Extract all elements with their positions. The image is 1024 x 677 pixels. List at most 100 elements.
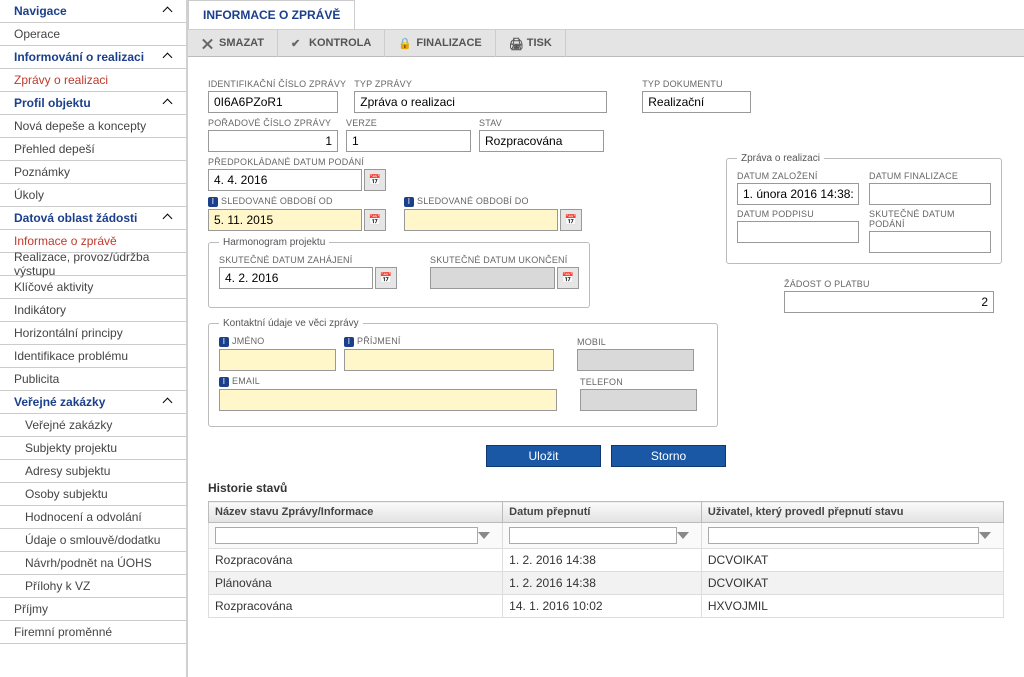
nav-prilohy[interactable]: Přílohy k VZ (0, 575, 186, 598)
tabbar: INFORMACE O ZPRÁVĚ (188, 0, 1024, 30)
filter-icon[interactable] (979, 527, 993, 544)
label: ŽÁDOST O PLATBU (784, 279, 1002, 289)
field-sled-od: SLEDOVANÉ OBDOBÍ OD (208, 196, 386, 231)
ulozit-button[interactable]: Uložit (486, 445, 601, 467)
verze-input[interactable] (346, 130, 471, 152)
label: PŘÍJMENÍ (344, 336, 554, 347)
sled-do-input[interactable] (404, 209, 558, 231)
calendar-icon[interactable] (557, 267, 579, 289)
datum-zalozeni-input[interactable] (737, 183, 859, 205)
label: EMAIL (219, 376, 557, 387)
datum-podpisu-input[interactable] (737, 221, 859, 243)
nav-label: Indikátory (14, 303, 66, 317)
nav-informovani[interactable]: Informování o realizaci (0, 46, 186, 69)
skut-zahajeni-input[interactable] (219, 267, 373, 289)
filter-datum-input[interactable] (509, 527, 677, 544)
nav-label: Návrh/podnět na ÚOHS (25, 556, 152, 570)
chevron-up-icon (162, 4, 176, 18)
filter-uzivatel-input[interactable] (708, 527, 979, 544)
filter-icon[interactable] (677, 527, 691, 544)
poradove-input[interactable] (208, 130, 338, 152)
field-skut-podani: SKUTEČNÉ DATUM PODÁNÍ (869, 209, 991, 253)
nav-identifikace[interactable]: Identifikace problému (0, 345, 186, 368)
nav-nova-depese[interactable]: Nová depeše a koncepty (0, 115, 186, 138)
col-prepnuti[interactable]: Datum přepnutí (503, 502, 702, 523)
tisk-button[interactable]: TISK (496, 30, 566, 57)
nav-publicita[interactable]: Publicita (0, 368, 186, 391)
label: TYP DOKUMENTU (642, 79, 751, 89)
harmonogram-fieldset: Harmonogram projektu SKUTEČNÉ DATUM ZAHÁ… (208, 237, 590, 308)
sled-od-input[interactable] (208, 209, 362, 231)
skut-ukonceni-input[interactable] (430, 267, 555, 289)
nav-ukoly[interactable]: Úkoly (0, 184, 186, 207)
content: IDENTIFIKAČNÍ ČÍSLO ZPRÁVY TYP ZPRÁVY TY… (188, 57, 1024, 677)
nav-indikatory[interactable]: Indikátory (0, 299, 186, 322)
calendar-icon[interactable] (364, 209, 386, 231)
nav-operace[interactable]: Operace (0, 23, 186, 46)
prijmeni-input[interactable] (344, 349, 554, 371)
stav-input[interactable] (479, 130, 604, 152)
datum-finalizace-input[interactable] (869, 183, 991, 205)
smazat-button[interactable]: SMAZAT (188, 30, 278, 57)
field-verze: VERZE (346, 118, 471, 152)
nav-navigace[interactable]: Navigace (0, 0, 186, 23)
skut-podani-input[interactable] (869, 231, 991, 253)
finalizace-button[interactable]: FINALIZACE (385, 30, 495, 57)
historie-table: Název stavu Zprávy/Informace Datum přepn… (208, 501, 1004, 618)
typ-dokumentu-input[interactable] (642, 91, 751, 113)
table-row[interactable]: Rozpracována1. 2. 2016 14:38DCVOIKAT (209, 549, 1004, 572)
telefon-input[interactable] (580, 389, 697, 411)
nav-subjekty[interactable]: Subjekty projektu (0, 437, 186, 460)
calendar-icon[interactable] (375, 267, 397, 289)
email-input[interactable] (219, 389, 557, 411)
nav-firemni[interactable]: Firemní proměnné (0, 621, 186, 644)
nav-zpravy[interactable]: Zprávy o realizaci (0, 69, 186, 92)
filter-nazev-input[interactable] (215, 527, 478, 544)
nav-label: Úkoly (14, 188, 44, 202)
nav-hodnoceni[interactable]: Hodnocení a odvolání (0, 506, 186, 529)
nav-profil[interactable]: Profil objektu (0, 92, 186, 115)
label: DATUM ZALOŽENÍ (737, 171, 859, 181)
table-row[interactable]: Rozpracována14. 1. 2016 10:02HXVOJMIL (209, 595, 1004, 618)
col-nazev[interactable]: Název stavu Zprávy/Informace (209, 502, 503, 523)
nav-label: Operace (14, 27, 60, 41)
nav-vz-sub[interactable]: Veřejné zakázky (0, 414, 186, 437)
nav-prijmy[interactable]: Příjmy (0, 598, 186, 621)
kontrola-button[interactable]: KONTROLA (278, 30, 385, 57)
field-sled-do: SLEDOVANÉ OBDOBÍ DO (404, 196, 582, 231)
id-zpravy-input[interactable] (208, 91, 338, 113)
nav-label: Horizontální principy (14, 326, 123, 340)
zadost-o-platbu-input[interactable] (784, 291, 994, 313)
col-uzivatel[interactable]: Uživatel, který provedl přepnutí stavu (701, 502, 1003, 523)
nav-label: Informace o zprávě (14, 234, 117, 248)
nav-navrh[interactable]: Návrh/podnět na ÚOHS (0, 552, 186, 575)
nav-prehled-depesi[interactable]: Přehled depeší (0, 138, 186, 161)
storno-button[interactable]: Storno (611, 445, 726, 467)
nav-adresy[interactable]: Adresy subjektu (0, 460, 186, 483)
chevron-up-icon (162, 395, 176, 409)
nav-osoby[interactable]: Osoby subjektu (0, 483, 186, 506)
nav-verejne-zakazky[interactable]: Veřejné zakázky (0, 391, 186, 414)
table-row[interactable]: Plánována1. 2. 2016 14:38DCVOIKAT (209, 572, 1004, 595)
nav-poznamky[interactable]: Poznámky (0, 161, 186, 184)
nav-datova-oblast[interactable]: Datová oblast žádosti (0, 207, 186, 230)
calendar-icon[interactable] (364, 169, 386, 191)
nav-klicove[interactable]: Klíčové aktivity (0, 276, 186, 299)
calendar-icon[interactable] (560, 209, 582, 231)
mobil-input[interactable] (577, 349, 694, 371)
nav-horizontalni[interactable]: Horizontální principy (0, 322, 186, 345)
nav-realizace[interactable]: Realizace, provoz/údržba výstupu (0, 253, 186, 276)
predpokl-podani-input[interactable] (208, 169, 362, 191)
tab-informace[interactable]: INFORMACE O ZPRÁVĚ (188, 0, 355, 29)
nav-label: Příjmy (14, 602, 48, 616)
jmeno-input[interactable] (219, 349, 336, 371)
label: TELEFON (580, 377, 697, 387)
field-skut-zahajeni: SKUTEČNÉ DATUM ZAHÁJENÍ (219, 255, 397, 289)
cell-datum: 14. 1. 2016 10:02 (503, 595, 702, 618)
field-telefon: TELEFON (580, 377, 697, 411)
filter-icon[interactable] (478, 527, 492, 544)
typ-zpravy-input[interactable] (354, 91, 607, 113)
cell-nazev: Rozpracována (209, 549, 503, 572)
field-datum-podpisu: DATUM PODPISU (737, 209, 859, 253)
nav-udaje-smlouva[interactable]: Údaje o smlouvě/dodatku (0, 529, 186, 552)
